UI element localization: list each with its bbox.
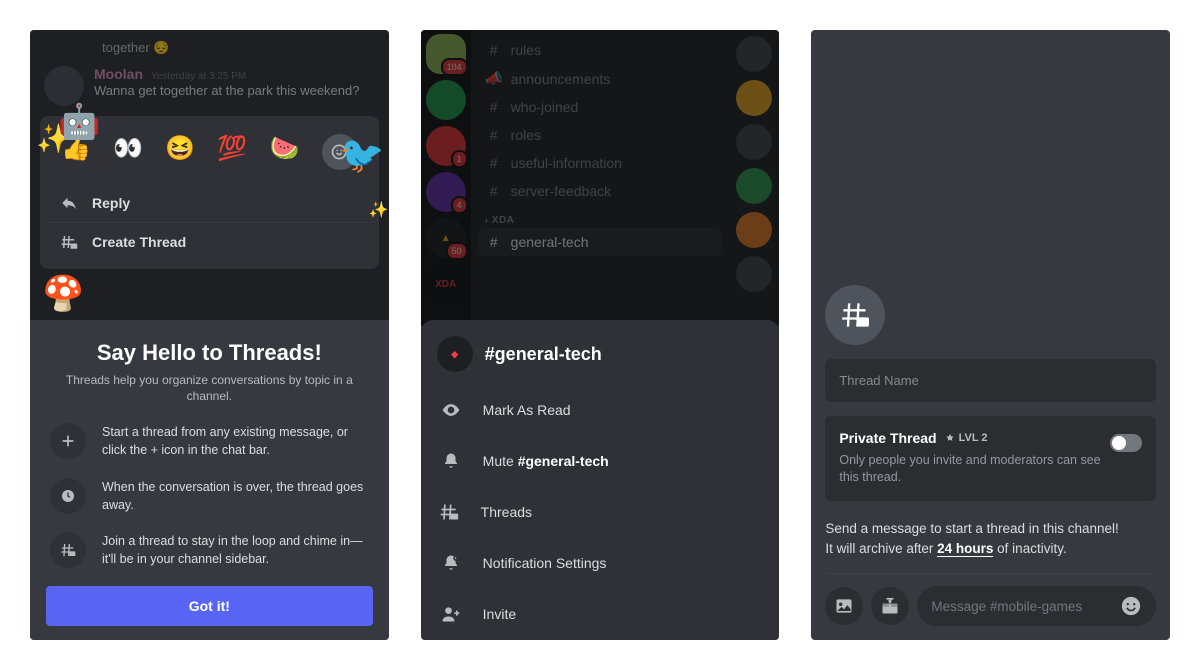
reply-action[interactable]: Reply	[46, 184, 373, 222]
tip-text: When the conversation is over, the threa…	[102, 478, 369, 514]
start-hint: Send a message to start a thread in this…	[825, 519, 1156, 560]
boost-level-badge: LVL 2	[945, 432, 988, 444]
menu-label: Mark As Read	[483, 402, 571, 418]
person-plus-icon	[441, 604, 461, 624]
channel-actions-sheet: ◆XDA #general-tech Mark As Read Mute #ge…	[421, 320, 780, 640]
gift-button[interactable]	[871, 587, 909, 625]
bell-icon	[441, 452, 461, 470]
tip-row: When the conversation is over, the threa…	[46, 478, 373, 514]
private-thread-card: Private Thread LVL 2 Only people you inv…	[825, 416, 1156, 501]
tip-text: Start a thread from any existing message…	[102, 423, 369, 459]
thread-icon	[60, 233, 78, 251]
tip-row: Start a thread from any existing message…	[46, 423, 373, 459]
message-input[interactable]: Message #mobile-games	[917, 586, 1156, 626]
thread-hash-icon	[50, 532, 86, 568]
bell-badge-icon	[441, 554, 461, 572]
channel-list-background: 104 1 4 ▲50 XDA #rules 📣announcements #w…	[421, 30, 780, 326]
emoji-picker-button[interactable]	[1120, 595, 1142, 617]
got-it-button[interactable]: Got it!	[46, 586, 373, 626]
thread-name-input[interactable]: Thread Name	[825, 359, 1156, 402]
panel-channel-menu: 104 1 4 ▲50 XDA #rules 📣announcements #w…	[421, 30, 780, 640]
reaction-watermelon[interactable]: 🍉	[269, 134, 299, 170]
boost-icon	[945, 433, 955, 443]
intro-subtitle: Threads help you organize conversations …	[46, 372, 373, 406]
message-timestamp: Yesterday at 3:25 PM	[151, 71, 246, 82]
robot-decor-icon: 🤖	[58, 102, 100, 142]
chat-background: together 😔 Moolan Yesterday at 3:25 PM W…	[30, 30, 389, 320]
menu-label: Threads	[481, 504, 532, 520]
previous-message-tail: together 😔	[30, 30, 389, 60]
create-thread-label: Create Thread	[92, 234, 186, 250]
smile-icon	[1120, 595, 1142, 617]
thread-hero-icon	[825, 285, 885, 345]
message-placeholder: Message #mobile-games	[931, 599, 1082, 614]
message-compose-bar: Message #mobile-games	[825, 586, 1156, 640]
menu-label: Mute #general-tech	[483, 453, 609, 469]
clock-icon	[50, 478, 86, 514]
private-thread-title: Private Thread	[839, 430, 936, 446]
bird-decor-icon: 🐦	[340, 134, 385, 176]
reaction-eyes[interactable]: 👀	[113, 134, 143, 170]
private-thread-desc: Only people you invite and moderators ca…	[839, 452, 1142, 487]
message-username[interactable]: Moolan	[94, 66, 143, 82]
avatar[interactable]	[44, 66, 84, 106]
panel-threads-intro: together 😔 Moolan Yesterday at 3:25 PM W…	[30, 30, 389, 640]
tip-text: Join a thread to stay in the loop and ch…	[102, 532, 369, 568]
threads-intro-sheet: Say Hello to Threads! Threads help you o…	[30, 320, 389, 640]
thread-name-placeholder: Thread Name	[839, 373, 918, 388]
reaction-100[interactable]: 💯	[217, 134, 247, 170]
threads-item[interactable]: Threads	[421, 486, 780, 538]
plus-icon	[50, 423, 86, 459]
menu-label: Invite	[483, 606, 516, 622]
create-thread-action[interactable]: Create Thread	[46, 222, 373, 261]
reply-icon	[60, 194, 78, 212]
message-text: Wanna get together at the park this week…	[94, 82, 375, 100]
panel-new-thread: Thread Name Private Thread LVL 2 Only pe…	[811, 30, 1170, 640]
mute-channel-item[interactable]: Mute #general-tech	[421, 436, 780, 486]
sheet-header: ◆XDA #general-tech	[421, 320, 780, 384]
attach-image-button[interactable]	[825, 587, 863, 625]
menu-label: Notification Settings	[483, 555, 607, 571]
reply-label: Reply	[92, 195, 130, 211]
mark-as-read-item[interactable]: Mark As Read	[421, 384, 780, 436]
image-icon	[834, 596, 854, 616]
private-thread-toggle[interactable]	[1110, 434, 1142, 452]
intro-title: Say Hello to Threads!	[46, 340, 373, 366]
eye-icon	[441, 400, 461, 420]
sheet-title: #general-tech	[485, 344, 602, 365]
sparkle-icon: ✨	[369, 200, 389, 220]
tip-row: Join a thread to stay in the loop and ch…	[46, 532, 373, 568]
divider	[825, 573, 1156, 574]
notification-settings-item[interactable]: Notification Settings	[421, 538, 780, 588]
mushroom-decor-icon: 🍄	[42, 274, 84, 314]
invite-item[interactable]: Invite	[421, 588, 780, 640]
thread-icon	[439, 502, 459, 522]
server-icon-small: ◆XDA	[437, 336, 473, 372]
message-row[interactable]: Moolan Yesterday at 3:25 PM Wanna get to…	[30, 60, 389, 106]
gift-icon	[880, 596, 900, 616]
reaction-laugh[interactable]: 😆	[165, 134, 195, 170]
